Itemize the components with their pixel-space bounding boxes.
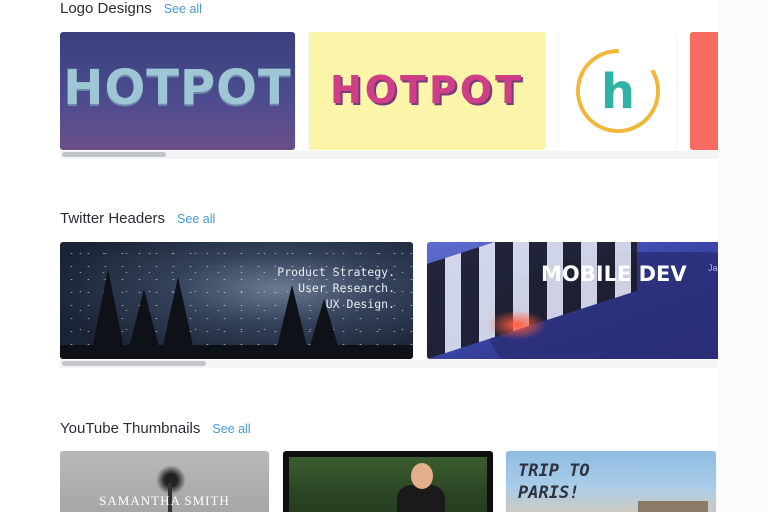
ground (60, 345, 413, 359)
section-title: YouTube Thumbnails (60, 420, 201, 437)
twitter-card-mobile-dev[interactable]: MOBILE DEV Ja (427, 242, 718, 359)
scrollbar-thumb[interactable] (62, 152, 166, 157)
section-title: Logo Designs (60, 0, 152, 17)
youtube-card-trip-to-paris[interactable]: TRIP TO PARIS! (506, 451, 716, 512)
logo-card-h[interactable]: h (559, 32, 677, 150)
youtube-thumbnails-section: YouTube Thumbnails See all SAMANTHA SMIT… (0, 418, 768, 512)
see-all-link[interactable]: See all (164, 2, 202, 16)
logo-card-hotpot-blue[interactable]: HOTPOT (60, 32, 295, 150)
logo-cards-row[interactable]: HOTPOT HOTPOT h (60, 32, 718, 150)
logo-card-hotpot-yellow[interactable]: HOTPOT (309, 32, 545, 150)
scene-background (289, 457, 487, 512)
performer-body (397, 485, 445, 512)
tagline-line: UX Design. (325, 297, 395, 311)
youtube-card-musician[interactable] (283, 451, 493, 512)
card-title-line: TRIP TO (518, 461, 590, 481)
card-title: MOBILE DEV (541, 262, 687, 286)
logo-card-red[interactable] (690, 32, 718, 150)
tagline-line: Product Strategy. (277, 265, 395, 279)
youtube-cards-row[interactable]: SAMANTHA SMITH TRIP TO PARIS! (60, 451, 718, 512)
h-letter: h (601, 64, 635, 120)
horizontal-scrollbar[interactable] (60, 360, 718, 368)
scrollbar-thumb[interactable] (62, 361, 206, 366)
section-header: Twitter Headers See all (60, 210, 215, 227)
card-name: SAMANTHA SMITH (99, 493, 230, 508)
section-header: YouTube Thumbnails See all (60, 420, 251, 437)
twitter-cards-row[interactable]: Product Strategy. User Research. UX Desi… (60, 242, 718, 359)
key-glow (487, 310, 547, 340)
logo-text: HOTPOT (329, 68, 525, 112)
see-all-link[interactable]: See all (212, 422, 250, 436)
card-title-line: PARIS! (518, 483, 580, 503)
card-title: TRIP TO PARIS! (518, 460, 590, 504)
horizontal-scrollbar[interactable] (60, 151, 718, 159)
tagline-line: User Research. (298, 281, 395, 295)
logo-designs-section: Logo Designs See all HOTPOT HOTPOT h (0, 0, 768, 170)
building-silhouette (638, 501, 708, 512)
youtube-card-samantha-smith[interactable]: SAMANTHA SMITH (60, 451, 269, 512)
logo-text: HOTPOT (63, 60, 292, 116)
h-logo-icon: h (576, 49, 660, 133)
tagline: Product Strategy. User Research. UX Desi… (277, 264, 395, 312)
performer-head (411, 463, 433, 489)
card-extra-text: Ja (708, 263, 718, 273)
twitter-card-night-sky[interactable]: Product Strategy. User Research. UX Desi… (60, 242, 413, 359)
see-all-link[interactable]: See all (177, 212, 215, 226)
section-title: Twitter Headers (60, 210, 166, 227)
twitter-headers-section: Twitter Headers See all Product Strategy… (0, 208, 768, 378)
section-header: Logo Designs See all (60, 0, 202, 17)
